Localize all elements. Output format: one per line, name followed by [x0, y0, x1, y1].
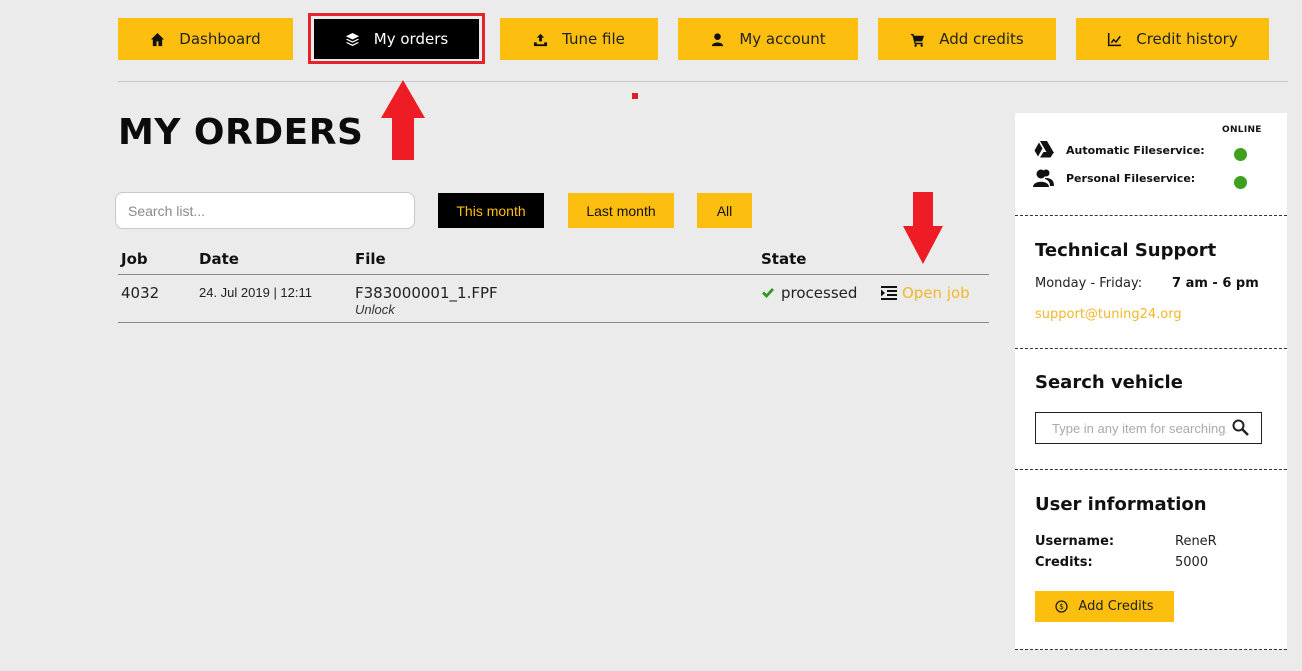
- order-state: processed: [761, 284, 857, 302]
- credits-value: 5000: [1175, 555, 1209, 570]
- users-icon: [1033, 169, 1054, 187]
- nav-credit-history-label: Credit history: [1136, 30, 1238, 48]
- online-column-header: ONLINE: [1222, 125, 1262, 135]
- checkmark-icon: [762, 288, 774, 298]
- red-marker-dot: [632, 93, 638, 99]
- drive-triangle-icon: [1034, 141, 1054, 158]
- support-email-link[interactable]: support@tuning24.org: [1035, 307, 1182, 322]
- nav-my-orders-label: My orders: [373, 30, 449, 48]
- nav-my-orders-button[interactable]: My orders: [314, 19, 479, 59]
- filter-last-month-button[interactable]: Last month: [568, 193, 674, 228]
- table-header-divider: [118, 274, 989, 275]
- nav-add-credits-button[interactable]: Add credits: [878, 18, 1056, 60]
- column-header-date: Date: [199, 250, 239, 268]
- personal-online-indicator: [1234, 176, 1247, 189]
- personal-fileservice-row: Personal Fileservice:: [1033, 168, 1195, 188]
- filter-all-button[interactable]: All: [697, 193, 752, 228]
- technical-support-section: Technical Support Monday - Friday: 7 am …: [1015, 216, 1287, 349]
- username-label: Username:: [1035, 534, 1115, 549]
- search-vehicle-title: Search vehicle: [1035, 372, 1183, 393]
- column-header-state: State: [761, 250, 807, 268]
- order-date: 24. Jul 2019 | 12:11: [199, 285, 313, 300]
- svg-text:$: $: [1060, 602, 1065, 611]
- add-credits-button[interactable]: $ Add Credits: [1035, 591, 1174, 622]
- user-information-section: User information Username: ReneR Credits…: [1015, 470, 1287, 650]
- page-title: MY ORDERS: [118, 112, 364, 153]
- user-icon: [712, 32, 724, 46]
- nav-credit-history-button[interactable]: Credit history: [1076, 18, 1269, 60]
- nav-my-account-label: My account: [739, 30, 826, 48]
- user-information-title: User information: [1035, 494, 1207, 515]
- job-number: 4032: [121, 284, 160, 302]
- home-icon: [151, 32, 165, 46]
- nav-tune-file-label: Tune file: [562, 30, 625, 48]
- nav-tune-file-button[interactable]: Tune file: [500, 18, 658, 60]
- nav-my-account-button[interactable]: My account: [678, 18, 858, 60]
- search-icon[interactable]: [1232, 419, 1249, 436]
- nav-dashboard-button[interactable]: Dashboard: [118, 18, 293, 60]
- file-name: F383000001_1.FPF: [355, 284, 498, 302]
- layers-icon: [345, 32, 359, 46]
- down-arrow-annotation-icon: [903, 192, 943, 264]
- line-chart-icon: [1108, 32, 1122, 46]
- search-vehicle-section: Search vehicle: [1015, 349, 1287, 470]
- nav-dashboard-label: Dashboard: [179, 30, 261, 48]
- up-arrow-annotation-icon: [381, 80, 425, 160]
- column-header-file: File: [355, 250, 386, 268]
- state-label: processed: [781, 284, 858, 302]
- file-service-type: Unlock: [355, 302, 395, 317]
- automatic-fileservice-label: Automatic Fileservice:: [1066, 143, 1205, 157]
- automatic-online-indicator: [1234, 148, 1247, 161]
- username-value: ReneR: [1175, 534, 1217, 549]
- upload-tray-icon: [534, 33, 548, 46]
- table-row-divider: [118, 322, 989, 323]
- column-header-job: Job: [121, 250, 148, 268]
- support-hours: 7 am - 6 pm: [1172, 276, 1259, 291]
- cart-icon: [911, 33, 925, 47]
- indent-list-icon: [881, 286, 897, 300]
- credits-label: Credits:: [1035, 555, 1093, 570]
- sidebar: ONLINE Automatic Fileservice: Personal F…: [1015, 113, 1287, 650]
- fileservice-status-section: ONLINE Automatic Fileservice: Personal F…: [1015, 113, 1287, 216]
- support-days: Monday - Friday:: [1035, 276, 1143, 291]
- filter-this-month-button[interactable]: This month: [438, 193, 544, 228]
- open-job-label: Open job: [902, 284, 970, 302]
- nav-add-credits-label: Add credits: [939, 30, 1024, 48]
- search-list-input[interactable]: [115, 192, 415, 229]
- nav-divider: [118, 81, 1288, 82]
- technical-support-title: Technical Support: [1035, 240, 1217, 261]
- add-credits-label: Add Credits: [1078, 599, 1154, 614]
- automatic-fileservice-row: Automatic Fileservice:: [1033, 140, 1205, 160]
- open-job-link[interactable]: Open job: [881, 284, 970, 302]
- personal-fileservice-label: Personal Fileservice:: [1066, 171, 1196, 185]
- coin-dollar-icon: $: [1055, 600, 1069, 613]
- vehicle-search-input[interactable]: [1035, 412, 1262, 444]
